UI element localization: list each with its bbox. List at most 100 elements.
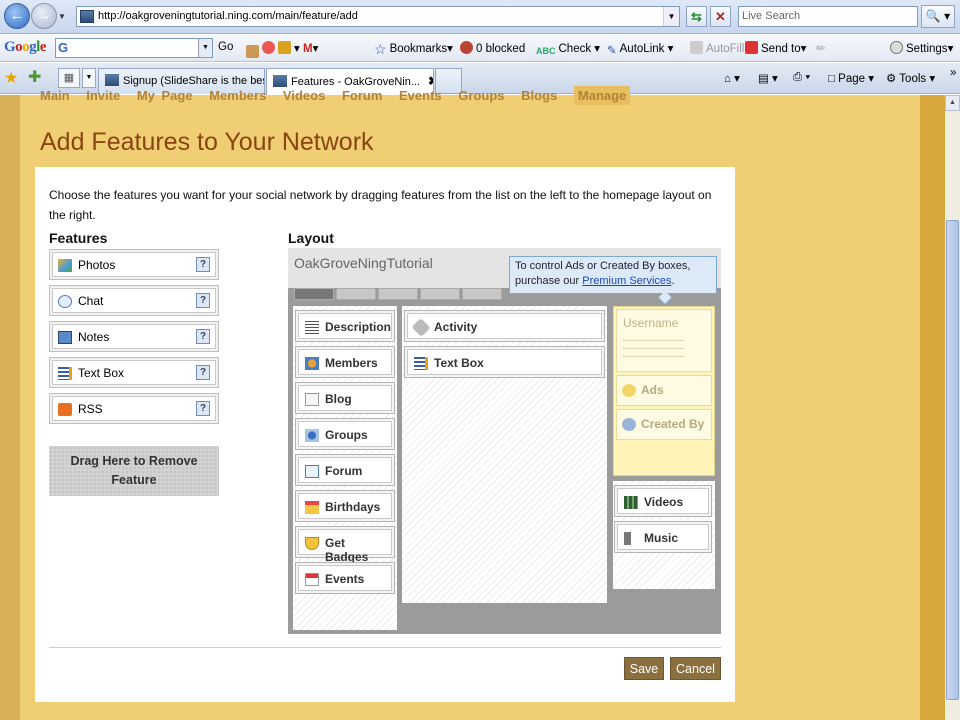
nav-members[interactable]: Members <box>209 88 266 103</box>
url-dropdown-icon[interactable]: ▼ <box>663 7 679 26</box>
add-favorites-icon[interactable]: ✚ <box>28 67 41 87</box>
homepage-layout: OakGroveNingTutorial To control Ads or C… <box>288 248 721 634</box>
url-field[interactable]: http://oakgroveningtutorial.ning.com/mai… <box>76 6 680 27</box>
premium-services-link[interactable]: Premium Services <box>582 275 671 287</box>
tools-menu[interactable]: ⚙ Tools ▾ <box>886 71 935 85</box>
search-button[interactable]: 🔍 ▾ <box>921 5 955 28</box>
settings-button[interactable]: Settings▾ <box>890 41 953 55</box>
toolbar-tools-icons[interactable]: ​▾ M▾ <box>246 41 318 58</box>
nav-invite[interactable]: Invite <box>86 88 120 103</box>
popup-blocker-button[interactable]: 0 blocked <box>460 41 525 55</box>
layout-box-birthdays[interactable]: Birthdays <box>295 490 395 522</box>
layout-box-blog[interactable]: Blog <box>295 382 395 414</box>
google-search-input[interactable]: G ▼ <box>55 38 213 58</box>
vertical-scrollbar[interactable]: ▲ <box>945 95 960 720</box>
live-search-input[interactable]: Live Search <box>738 6 918 27</box>
badge-icon <box>305 537 319 550</box>
search-icon: 🔍 <box>925 9 941 23</box>
tab-list-dropdown-icon[interactable]: ▼ <box>82 68 96 88</box>
nav-events[interactable]: Events <box>399 88 442 103</box>
url-text: http://oakgroveningtutorial.ning.com/mai… <box>98 10 358 22</box>
back-button[interactable]: ← <box>4 3 30 29</box>
layout-box-activity[interactable]: Activity <box>404 310 605 342</box>
groups-icon <box>305 429 319 442</box>
features-panel: Choose the features you want for your so… <box>35 167 735 702</box>
layout-box-created-by: Created By <box>616 409 712 440</box>
stop-button[interactable]: ✕ <box>710 6 731 27</box>
layout-box-forum[interactable]: Forum <box>295 454 395 486</box>
scroll-thumb[interactable] <box>946 220 959 700</box>
google-go-button[interactable]: Go <box>218 41 233 53</box>
nav-my-page[interactable]: My Page <box>137 88 193 103</box>
nav-videos[interactable]: Videos <box>283 88 325 103</box>
layout-box-ads: Ads <box>616 375 712 406</box>
nav-forum[interactable]: Forum <box>342 88 382 103</box>
tab-favicon-icon <box>273 75 287 87</box>
autolink-button[interactable]: ✎ AutoLink ▾ <box>607 41 673 57</box>
nav-manage[interactable]: Manage <box>573 86 631 105</box>
scroll-up-icon[interactable]: ▲ <box>945 95 960 111</box>
ads-icon <box>622 384 636 397</box>
layout-box-username: Username <box>616 309 712 372</box>
layout-box-description[interactable]: Description <box>295 310 395 342</box>
google-toolbar: Google G ▼ Go ​▾ M▾ ☆Bookmarks▾ 0 blocke… <box>0 35 960 62</box>
feature-item-notes[interactable]: Notes ? <box>49 321 219 352</box>
page-right-margin <box>920 95 945 720</box>
layout-box-get-badges[interactable]: Get Badges <box>295 526 395 564</box>
nav-main[interactable]: Main <box>40 88 70 103</box>
help-icon[interactable]: ? <box>196 257 210 272</box>
layout-box-members[interactable]: Members <box>295 346 395 378</box>
remove-drop-zone[interactable]: Drag Here to Remove Feature <box>49 446 219 496</box>
feature-item-photos[interactable]: Photos ? <box>49 249 219 280</box>
layout-box-text-box[interactable]: Text Box <box>404 346 605 378</box>
help-icon[interactable]: ? <box>196 365 210 380</box>
feature-item-rss[interactable]: RSS ? <box>49 393 219 424</box>
video-icon <box>624 496 638 509</box>
layout-box-groups[interactable]: Groups <box>295 418 395 450</box>
feature-item-chat[interactable]: Chat ? <box>49 285 219 316</box>
help-icon[interactable]: ? <box>196 293 210 308</box>
feature-item-text-box[interactable]: Text Box ? <box>49 357 219 388</box>
spell-check-button[interactable]: ABC Check ▾ <box>536 41 600 59</box>
highlight-icon[interactable]: ✏ <box>816 41 826 55</box>
google-search-dropdown-icon[interactable]: ▼ <box>198 39 212 57</box>
bookmarks-button[interactable]: ☆ Bookmarks▾ <box>374 41 453 57</box>
page-title: Add Features to Your Network <box>40 128 374 156</box>
page-menu[interactable]: □ Page ▾ <box>828 71 874 85</box>
premium-callout: To control Ads or Created By boxes, purc… <box>509 256 717 306</box>
nav-groups[interactable]: Groups <box>458 88 504 103</box>
info-icon <box>622 418 636 431</box>
print-button[interactable]: ⎙ ▾ <box>793 71 810 84</box>
help-icon[interactable]: ? <box>196 329 210 344</box>
nav-blogs[interactable]: Blogs <box>521 88 557 103</box>
history-dropdown-icon[interactable]: ▼ <box>58 12 66 21</box>
layout-box-events[interactable]: Events <box>295 562 395 594</box>
help-icon[interactable]: ? <box>196 401 210 416</box>
site-container: Main Invite My Page Members Videos Forum… <box>20 86 920 720</box>
layout-middle-column: Activity Text Box <box>402 306 607 603</box>
text-box-icon <box>414 357 428 370</box>
forum-icon <box>305 465 319 478</box>
favorites-star-icon[interactable]: ★ <box>4 68 18 88</box>
forward-button[interactable]: → <box>31 3 57 29</box>
layout-left-column: Description Members Blog Groups Forum Bi… <box>293 306 397 630</box>
google-logo: Google <box>4 39 47 55</box>
layout-heading: Layout <box>288 230 334 246</box>
send-to-button[interactable]: Send to▾ <box>745 41 806 55</box>
layout-box-videos[interactable]: Videos <box>614 485 712 517</box>
autofill-button[interactable]: AutoFill <box>690 41 744 55</box>
toolbar-overflow-icon[interactable]: » <box>950 67 956 79</box>
refresh-button[interactable]: ⇆ <box>686 6 707 27</box>
page-viewport: Main Invite My Page Members Videos Forum… <box>0 86 945 720</box>
layout-box-music[interactable]: Music <box>614 521 712 553</box>
save-button[interactable]: Save <box>624 657 664 680</box>
cancel-button[interactable]: Cancel <box>670 657 721 680</box>
features-heading: Features <box>49 230 108 246</box>
feeds-button[interactable]: ▤ ▾ <box>758 71 778 85</box>
layout-right-locked-column: Username Ads Created By <box>613 306 715 476</box>
speaker-icon <box>624 532 638 545</box>
quick-tabs-icon[interactable]: ▦ <box>58 68 80 88</box>
close-tab-icon[interactable]: ✖ <box>428 74 433 88</box>
home-button[interactable]: ⌂ ▾ <box>724 71 740 85</box>
intro-text: Choose the features you want for your so… <box>49 188 712 222</box>
